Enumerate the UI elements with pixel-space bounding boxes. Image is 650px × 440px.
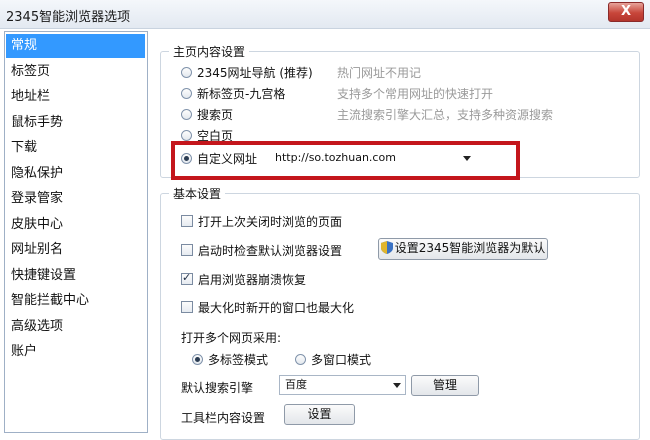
sidebar-item-skins[interactable]: 皮肤中心 xyxy=(6,213,145,237)
check-default-browser-label[interactable]: 启动时检查默认浏览器设置 xyxy=(198,242,342,259)
window-title: 2345智能浏览器选项 xyxy=(6,10,131,25)
open-pages-label: 打开多个网页采用: xyxy=(181,331,282,345)
sidebar-item-address-bar[interactable]: 地址栏 xyxy=(6,85,145,109)
restore-last-session-label[interactable]: 打开上次关闭时浏览的页面 xyxy=(198,213,342,230)
shield-icon xyxy=(380,241,393,254)
check-default-browser-checkbox[interactable] xyxy=(181,244,193,256)
multi-tab-radio[interactable] xyxy=(192,354,203,365)
restore-last-session-checkbox[interactable] xyxy=(181,215,193,227)
crash-recovery-checkbox[interactable] xyxy=(181,271,193,285)
homepage-option-blank-label[interactable]: 空白页 xyxy=(197,127,233,144)
search-engine-label: 默认搜索引擎 xyxy=(181,381,254,395)
sidebar-item-mouse-gestures[interactable]: 鼠标手势 xyxy=(6,111,145,135)
sidebar-item-general[interactable]: 常规 xyxy=(6,34,145,58)
sidebar-item-account[interactable]: 账户 xyxy=(6,340,145,364)
homepage-option-2345-hint: 热门网址不用记 xyxy=(337,66,422,80)
sidebar-item-shortcuts[interactable]: 快捷键设置 xyxy=(6,264,145,288)
sidebar-item-url-alias[interactable]: 网址别名 xyxy=(6,238,145,262)
search-engine-value: 百度 xyxy=(285,378,307,391)
homepage-group-label: 主页内容设置 xyxy=(169,43,250,60)
homepage-option-search-hint: 主流搜索引擎大汇总，支持多种资源搜索 xyxy=(337,108,554,122)
sidebar-item-advanced[interactable]: 高级选项 xyxy=(6,315,145,339)
chevron-down-icon[interactable] xyxy=(393,383,401,388)
crash-recovery-label[interactable]: 启用浏览器崩溃恢复 xyxy=(198,271,306,288)
homepage-option-2345-radio[interactable] xyxy=(181,67,192,78)
homepage-option-custom-radio[interactable] xyxy=(181,153,192,164)
sidebar-item-tabs[interactable]: 标签页 xyxy=(6,60,145,84)
homepage-option-newtab-radio[interactable] xyxy=(181,88,192,99)
homepage-option-blank-radio[interactable] xyxy=(181,130,192,141)
maximize-new-window-label[interactable]: 最大化时新开的窗口也最大化 xyxy=(198,299,354,316)
sidebar-item-login-manager[interactable]: 登录管家 xyxy=(6,187,145,211)
sidebar: 常规 标签页 地址栏 鼠标手势 下载 隐私保护 登录管家 皮肤中心 网址别名 快… xyxy=(4,31,148,433)
toolbar-settings-button[interactable]: 设置 xyxy=(284,404,355,425)
sidebar-item-smart-block[interactable]: 智能拦截中心 xyxy=(6,289,145,313)
close-button[interactable]: X xyxy=(608,2,644,22)
basic-settings-group-label: 基本设置 xyxy=(169,185,226,202)
basic-settings-group: 基本设置 xyxy=(160,185,640,440)
multi-tab-label[interactable]: 多标签模式 xyxy=(208,351,268,368)
sidebar-item-downloads[interactable]: 下载 xyxy=(6,136,145,160)
homepage-option-search-label[interactable]: 搜索页 xyxy=(197,106,233,123)
maximize-new-window-checkbox[interactable] xyxy=(181,301,193,313)
homepage-option-newtab-hint: 支持多个常用网址的快速打开 xyxy=(337,87,494,101)
custom-url-combo[interactable]: http://so.tozhuan.com xyxy=(270,149,475,169)
toolbar-content-label: 工具栏内容设置 xyxy=(181,411,266,425)
title-bar: 2345智能浏览器选项 X xyxy=(0,0,650,29)
search-engine-select[interactable]: 百度 xyxy=(279,375,406,395)
homepage-option-newtab-label[interactable]: 新标签页-九宫格 xyxy=(197,85,285,102)
multi-window-label[interactable]: 多窗口模式 xyxy=(311,351,371,368)
chevron-down-icon[interactable] xyxy=(463,156,471,161)
multi-window-radio[interactable] xyxy=(295,354,306,365)
set-default-browser-label: 设置2345智能浏览器为默认 xyxy=(394,241,546,255)
sidebar-item-privacy[interactable]: 隐私保护 xyxy=(6,162,145,186)
custom-url-value: http://so.tozhuan.com xyxy=(275,151,396,164)
homepage-option-search-radio[interactable] xyxy=(181,109,192,120)
set-default-browser-button[interactable]: 设置2345智能浏览器为默认 xyxy=(378,238,548,260)
manage-search-engines-button[interactable]: 管理 xyxy=(411,375,479,396)
homepage-option-2345-label[interactable]: 2345网址导航 (推荐) xyxy=(197,64,313,81)
homepage-option-custom-label[interactable]: 自定义网址 xyxy=(197,150,257,167)
